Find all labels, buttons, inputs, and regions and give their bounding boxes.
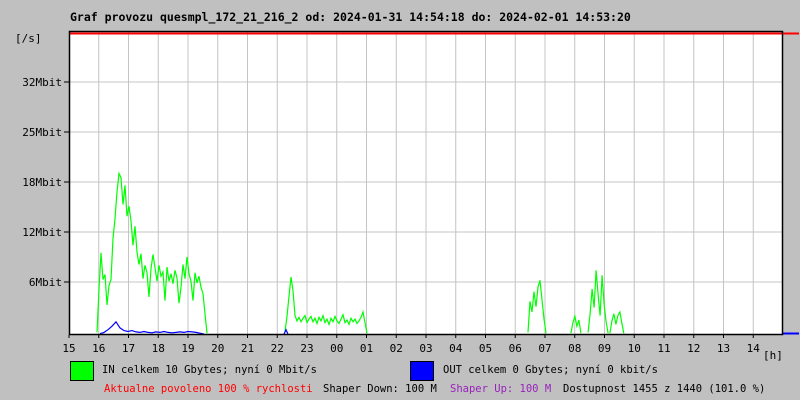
x-axis-label: 02 xyxy=(390,342,403,355)
x-axis-unit-label: [h] xyxy=(763,349,783,362)
in-legend-swatch xyxy=(70,361,94,381)
shaper-down-text: Shaper Down: 100 M xyxy=(323,383,437,395)
y-axis-label: 25Mbit xyxy=(22,126,62,139)
y-axis-label: 18Mbit xyxy=(22,176,62,189)
y-axis-label: 12Mbit xyxy=(22,226,62,239)
x-axis-label: 04 xyxy=(449,342,463,355)
in-legend-label: IN celkem 10 Gbytes; nyní 0 Mbit/s xyxy=(102,364,317,376)
shaper-up-text: Shaper Up: 100 M xyxy=(450,383,552,395)
x-axis-label: 21 xyxy=(241,342,254,355)
x-axis-label: 06 xyxy=(509,342,522,355)
y-axis-label: 32Mbit xyxy=(22,76,62,89)
x-axis-label: 00 xyxy=(330,342,343,355)
x-axis-label: 07 xyxy=(538,342,551,355)
traffic-chart: 6Mbit 12Mbit 18Mbit 25Mbit 32Mbit 15 16 17 18 19 2… xyxy=(22,30,799,355)
allowed-speed-text: Aktualne povoleno 100 % rychlosti xyxy=(104,383,313,395)
y-axis-unit-label: [/s] xyxy=(15,32,42,45)
out-legend-swatch xyxy=(410,361,434,381)
x-axis-label: 16 xyxy=(92,342,105,355)
x-axis-label: 20 xyxy=(211,342,224,355)
out-legend-label: OUT celkem 0 Gbytes; nyní 0 kbit/s xyxy=(443,364,658,376)
x-axis-label: 12 xyxy=(687,342,700,355)
x-axis-label: 19 xyxy=(181,342,194,355)
x-axis-label: 11 xyxy=(657,342,670,355)
x-axis-label: 09 xyxy=(598,342,611,355)
availability-text: Dostupnost 1455 z 1440 (101.0 %) xyxy=(563,383,766,395)
x-axis-label: 23 xyxy=(300,342,313,355)
x-axis-label: 22 xyxy=(271,342,284,355)
x-axis-label: 17 xyxy=(122,342,135,355)
x-axis-label: 18 xyxy=(152,342,165,355)
y-axis-label: 6Mbit xyxy=(29,276,62,289)
x-axis-label: 01 xyxy=(360,342,373,355)
x-axis-label: 03 xyxy=(419,342,432,355)
x-axis-label: 15 xyxy=(62,342,75,355)
x-axis-label: 08 xyxy=(568,342,581,355)
x-axis-label: 13 xyxy=(717,342,730,355)
x-axis-label: 05 xyxy=(479,342,492,355)
x-axis-label: 14 xyxy=(747,342,761,355)
x-axis-label: 10 xyxy=(628,342,641,355)
